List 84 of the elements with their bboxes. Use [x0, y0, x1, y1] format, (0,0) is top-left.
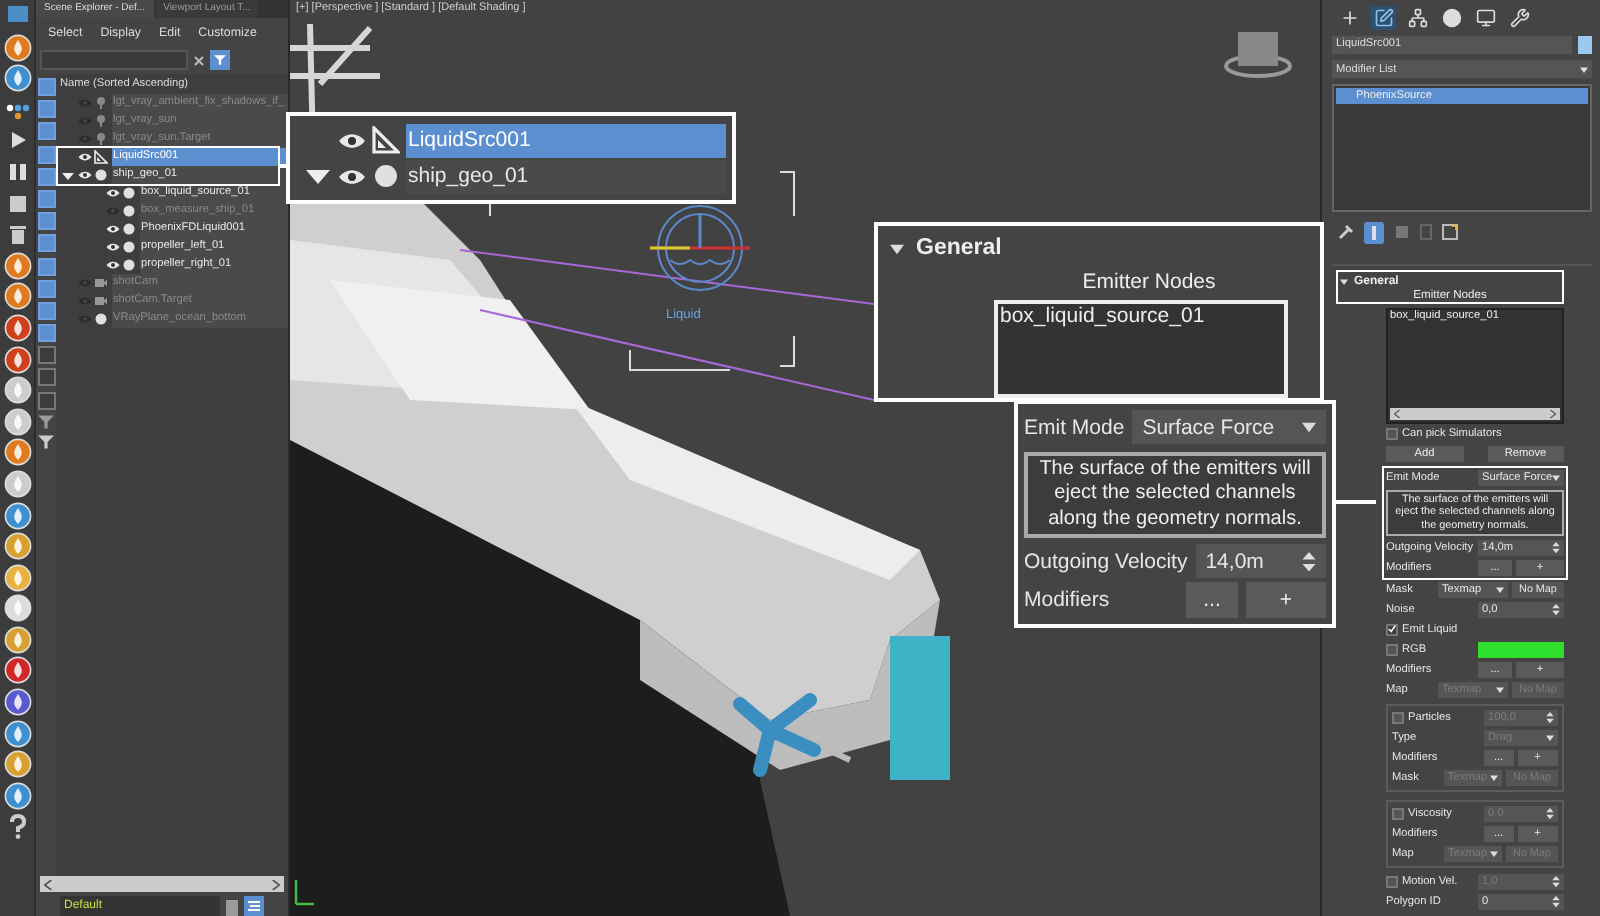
clear-icon[interactable] — [194, 55, 204, 65]
command-tab[interactable] — [1404, 5, 1430, 29]
bulb-icon — [94, 114, 108, 128]
bulb-icon — [94, 96, 108, 110]
caret-icon — [1580, 65, 1588, 73]
modify-icon — [1373, 7, 1393, 27]
checkbox[interactable] — [1386, 643, 1398, 656]
caret-icon — [1496, 685, 1504, 694]
pin-icon[interactable] — [1338, 224, 1354, 240]
create-icon — [1339, 7, 1359, 27]
field-label: Modifiers — [1024, 588, 1112, 613]
caret-icon — [1496, 585, 1504, 594]
caret-icon[interactable] — [61, 169, 73, 181]
triangle-ruler-icon — [94, 150, 108, 164]
checkbox[interactable] — [1386, 428, 1398, 440]
visibility-eye-icon[interactable] — [105, 260, 119, 270]
spinner-arrows-icon[interactable] — [1552, 603, 1560, 616]
field-label: Emit Mode — [1024, 415, 1125, 440]
visibility-eye-icon[interactable] — [77, 152, 91, 162]
checkbox[interactable] — [1386, 623, 1398, 636]
bulb-icon — [94, 132, 108, 146]
command-tab[interactable] — [1438, 5, 1464, 29]
list-item[interactable]: box_liquid_source_01 — [998, 304, 1284, 328]
modifier-button[interactable]: + — [1246, 582, 1326, 619]
horizontal-scrollbar[interactable] — [1390, 408, 1560, 420]
chevron-right-icon[interactable] — [1550, 410, 1556, 418]
display-icon — [1475, 7, 1495, 27]
view-cube-icon[interactable] — [1224, 32, 1292, 78]
layer-tree-icon[interactable] — [244, 896, 264, 916]
command-tab[interactable] — [1472, 5, 1498, 29]
field-label: Outgoing Velocity — [1024, 549, 1188, 574]
show-end-result-button[interactable] — [1364, 221, 1384, 243]
command-tab[interactable] — [1506, 5, 1532, 29]
wrench-icon — [1509, 7, 1529, 27]
chevron-right-icon[interactable] — [272, 879, 280, 889]
liquid-source-gizmo-drawing — [650, 205, 750, 291]
dropdown[interactable]: Surface Force — [1132, 410, 1326, 445]
flame-icon[interactable] — [3, 33, 31, 62]
tree-item[interactable]: LiquidSrc001 — [406, 123, 726, 157]
visibility-eye-icon[interactable] — [105, 224, 119, 234]
color-swatch[interactable] — [1478, 641, 1564, 658]
caret-icon — [1302, 420, 1316, 435]
rollout-title[interactable]: General — [916, 236, 1002, 260]
visibility-eye-icon[interactable] — [105, 242, 119, 252]
caret-icon — [1340, 277, 1348, 285]
flame-icon[interactable] — [3, 251, 31, 280]
visibility-eye-icon[interactable] — [338, 131, 366, 149]
spinner-arrows-icon[interactable] — [1302, 551, 1316, 572]
chevron-left-icon[interactable] — [1394, 410, 1400, 418]
flame-icon[interactable] — [3, 282, 31, 311]
caret-icon — [1552, 474, 1561, 482]
horizontal-scrollbar[interactable] — [40, 876, 284, 892]
configure-sets-icon[interactable] — [1442, 224, 1458, 240]
command-tab[interactable] — [1370, 5, 1396, 29]
triangle-ruler-icon — [372, 126, 400, 154]
caret-icon — [1490, 849, 1498, 858]
list-label: Emitter Nodes — [1080, 270, 1218, 294]
camera-icon — [94, 276, 108, 290]
number-spinner[interactable]: 14,0m — [1195, 544, 1326, 579]
propeller-shape — [733, 693, 821, 777]
spinner-arrows-icon[interactable] — [1552, 541, 1560, 554]
visibility-eye-icon[interactable] — [77, 170, 91, 180]
chevron-left-icon[interactable] — [44, 879, 52, 889]
visibility-eye-icon[interactable] — [338, 167, 366, 185]
description-text: The surface of the emitters will eject the selected channels along the geometry normals. — [1024, 451, 1326, 538]
filter-button[interactable] — [210, 50, 230, 70]
sphere-icon — [94, 312, 108, 326]
tree-item[interactable]: ship_geo_01 — [406, 159, 726, 193]
sphere-icon — [372, 162, 400, 190]
object-color-swatch[interactable] — [1578, 36, 1592, 54]
motion-icon — [1441, 7, 1461, 27]
hierarchy-icon — [1407, 7, 1427, 27]
camera-icon — [94, 294, 108, 308]
search-field[interactable] — [40, 50, 188, 70]
modifier-button[interactable]: ... — [1186, 582, 1238, 619]
axis-tripod-icon — [294, 878, 316, 906]
spinner-arrows-icon[interactable] — [1552, 895, 1560, 908]
flame-icon[interactable] — [3, 438, 31, 467]
caret-icon — [890, 241, 904, 255]
caret-icon — [1546, 733, 1554, 742]
visibility-eye-icon[interactable] — [105, 188, 119, 198]
caret-icon — [1490, 773, 1498, 782]
rudder-block-shape — [890, 636, 950, 780]
emitter-list[interactable]: box_liquid_source_01 — [994, 300, 1288, 398]
